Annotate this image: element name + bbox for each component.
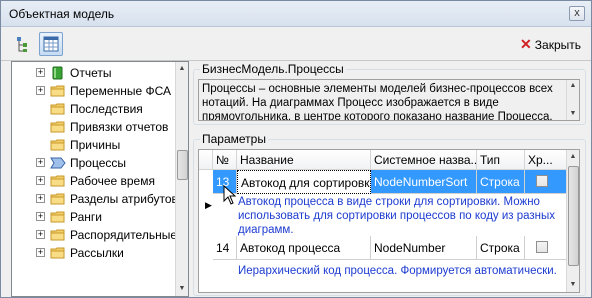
tree-item-label: Отчеты	[70, 66, 112, 80]
scroll-down-icon[interactable]: ▼	[176, 283, 188, 295]
folder-icon	[50, 138, 66, 151]
desc-scroll-up-icon[interactable]: ▲	[567, 80, 579, 92]
tree-item-label: Переменные ФСА	[70, 84, 171, 98]
parameters-grid[interactable]: № Название Системное назва... Тип Хр... …	[198, 149, 580, 293]
description-box: Процессы – основные элементы моделей биз…	[198, 79, 580, 121]
table-view-icon	[43, 36, 59, 52]
description-scrollbar[interactable]: ▲ ▼	[566, 80, 579, 120]
table-view-button[interactable]	[39, 32, 63, 56]
expand-icon[interactable]: +	[36, 68, 45, 77]
grid-scrollbar[interactable]: ▲ ▼	[566, 150, 579, 292]
column-header-type[interactable]: Тип	[477, 150, 525, 170]
close-icon: ✕	[520, 36, 532, 52]
scroll-thumb[interactable]	[177, 150, 188, 180]
row-13-description: Автокод процесса в виде строки для сорти…	[238, 196, 556, 236]
tree-item[interactable]: + Разделы атрибутов	[12, 190, 178, 208]
row-13-stored[interactable]	[525, 170, 567, 194]
object-tree[interactable]: + Отчеты + Переменные ФСА Последствия Привязк…	[11, 61, 189, 297]
grid-scroll-up-icon[interactable]: ▲	[567, 151, 579, 163]
row-14-checkbox[interactable]	[536, 241, 548, 253]
folder-icon	[50, 120, 66, 133]
row-14-type[interactable]: Строка	[477, 236, 525, 260]
column-header-sysname[interactable]: Системное назва...	[371, 150, 477, 170]
expand-icon[interactable]: +	[36, 86, 45, 95]
tree-item[interactable]: + Ранги	[12, 208, 176, 226]
tree-item[interactable]: + Отчеты	[12, 64, 176, 82]
row-14-number[interactable]: 14	[213, 236, 237, 260]
folder-icon	[50, 228, 66, 241]
grid-scroll-thumb[interactable]	[568, 166, 579, 266]
row-13-checkbox[interactable]	[536, 175, 548, 187]
tree-item-label: Рабочее время	[70, 174, 155, 188]
tree-item[interactable]: + Рабочее время	[12, 172, 176, 190]
tree-item[interactable]: + Процессы	[12, 154, 176, 172]
report-book-icon	[50, 66, 66, 80]
tree-structure-icon	[17, 37, 27, 52]
window-close-button[interactable]: x	[569, 6, 585, 21]
tree-scrollbar[interactable]: ▲ ▼	[175, 62, 188, 296]
folder-icon	[50, 192, 66, 205]
column-header-name[interactable]: Название	[237, 150, 371, 170]
tree-item-label: Разделы атрибутов	[70, 192, 178, 206]
scroll-up-icon[interactable]: ▲	[176, 63, 188, 75]
parameters-group-label: Параметры	[200, 132, 268, 146]
folder-icon	[50, 102, 66, 115]
close-button[interactable]: ✕ Закрыть	[520, 36, 581, 54]
row-14-description: Иерархический код процесса. Формируется …	[238, 265, 557, 277]
description-text: Процессы – основные элементы моделей биз…	[202, 83, 553, 121]
tree-item-label: Ранги	[70, 210, 102, 224]
process-icon	[50, 156, 66, 169]
row-13-type[interactable]: Строка	[477, 170, 525, 194]
expand-icon[interactable]: +	[36, 212, 45, 221]
grid-scroll-down-icon[interactable]: ▼	[567, 279, 579, 291]
row-13-sysname[interactable]: NodeNumberSort	[371, 170, 477, 194]
tree-item[interactable]: + Рассылки	[12, 244, 176, 262]
expand-icon[interactable]: +	[36, 230, 45, 239]
tree-item[interactable]: Причины	[12, 136, 176, 154]
tree-item[interactable]: + Распорядительные	[12, 226, 178, 244]
column-header-number[interactable]: №	[213, 150, 237, 170]
close-label: Закрыть	[534, 38, 581, 52]
object-model-window: Объектная модель x ✕ Закрыть + Отчеты + Пере…	[0, 0, 592, 298]
folder-icon	[50, 210, 66, 223]
tree-item[interactable]: + Переменные ФСА	[12, 82, 176, 100]
expand-icon[interactable]: +	[36, 248, 45, 257]
expand-icon[interactable]: +	[36, 194, 45, 203]
description-group-label: БизнесМодель.Процессы	[200, 62, 346, 76]
tree-item[interactable]: Последствия	[12, 100, 176, 118]
row-13-name[interactable]: Автокод для сортировки	[237, 170, 371, 194]
toolbar: ✕ Закрыть	[1, 28, 591, 61]
row-14-sysname[interactable]: NodeNumber	[371, 236, 477, 260]
tree-item-label: Последствия	[70, 102, 143, 116]
row-14-stored[interactable]	[525, 236, 567, 260]
tree-item-label: Распорядительные	[70, 228, 178, 242]
expand-icon[interactable]: +	[36, 176, 45, 185]
row-14-name[interactable]: Автокод процесса	[237, 236, 371, 260]
desc-scroll-down-icon[interactable]: ▼	[567, 108, 579, 120]
tree-structure-button[interactable]	[11, 32, 35, 56]
title-bar[interactable]: Объектная модель x	[1, 1, 591, 27]
tree-item-label: Привязки отчетов	[70, 120, 169, 134]
tree-item-label: Причины	[70, 138, 121, 152]
folder-icon	[50, 174, 66, 187]
folder-icon	[50, 246, 66, 259]
tree-item[interactable]: Привязки отчетов	[12, 118, 176, 136]
tree-item-label: Рассылки	[70, 246, 124, 260]
expand-icon[interactable]: +	[36, 158, 45, 167]
folder-icon	[50, 84, 66, 97]
column-header-stored[interactable]: Хр...	[525, 150, 567, 170]
row-header-column	[199, 150, 213, 170]
current-row-indicator-icon: ▶	[205, 200, 212, 210]
tree-item-label: Процессы	[70, 156, 127, 170]
mouse-cursor-icon	[223, 185, 237, 205]
window-title: Объектная модель	[9, 7, 115, 21]
